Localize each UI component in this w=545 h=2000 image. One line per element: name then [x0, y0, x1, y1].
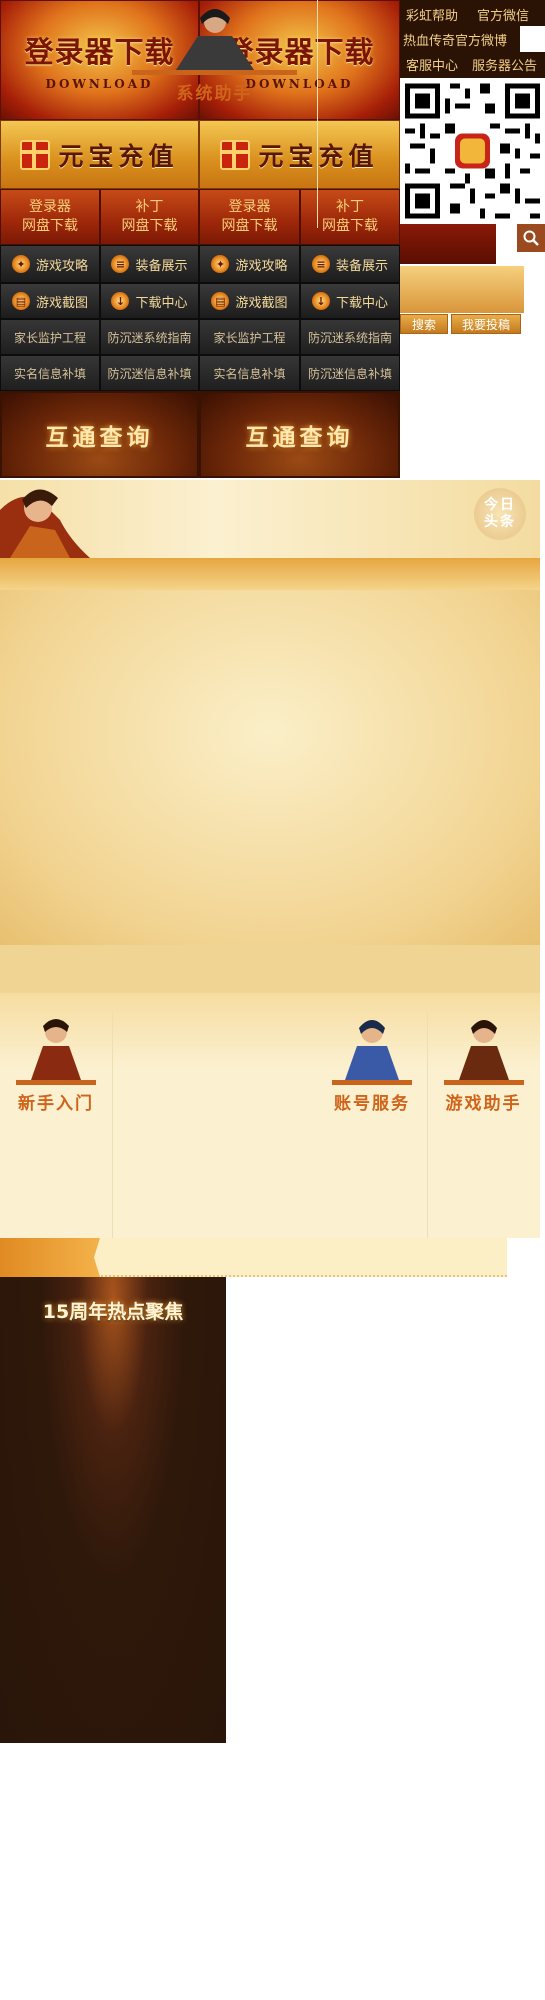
guide-icon: ✦ [211, 255, 230, 273]
scroll-icon: ≡ [311, 255, 330, 273]
realname-info-link[interactable]: 实名信息补填 [199, 355, 300, 391]
book-icon: ▤ [211, 292, 230, 310]
screenshots-label: 游戏截图 [35, 295, 88, 311]
anti-addiction-info-link[interactable]: 防沉迷信息补填 [100, 355, 199, 391]
download-center-link[interactable]: ↓ 下载中心 [300, 283, 400, 319]
parental-guard-link[interactable]: 家长监护工程 [199, 319, 300, 355]
contribute-button[interactable]: 我要投稿 [451, 314, 521, 334]
official-weibo-link[interactable]: 热血传奇官方微博 [403, 30, 507, 49]
realname-info-link[interactable]: 实名信息补填 [0, 355, 100, 391]
equipment-showcase-link[interactable]: ≡ 装备展示 [300, 245, 400, 283]
search-panel [400, 266, 524, 313]
interop-query-banner-2[interactable]: 互通查询 [199, 391, 400, 478]
download-center-icon: ↓ [111, 292, 130, 310]
game-guide-label: 游戏攻略 [35, 258, 88, 274]
account-character-icon [345, 1020, 399, 1080]
query-label: 互通查询 [245, 423, 354, 451]
official-wechat-link[interactable]: 官方微信 [477, 5, 529, 24]
weibo-row-gap [520, 26, 545, 52]
news-content [0, 590, 540, 945]
game-assistant-label: 游戏助手 [445, 1094, 522, 1114]
system-character-icon [175, 9, 254, 70]
caihong-help-link[interactable]: 彩虹帮助 [406, 5, 458, 24]
today-headline-badge: 今日头条 [474, 488, 526, 540]
hotspot-title: 15周年热点聚焦 [42, 1301, 184, 1323]
download-center-label: 下载中心 [135, 295, 188, 311]
customer-service-link[interactable]: 客服中心 [406, 55, 458, 74]
qr-code [400, 78, 545, 224]
qr-code-image [400, 78, 545, 224]
screenshots-link[interactable]: ▤ 游戏截图 [199, 283, 300, 319]
scroll-icon: ≡ [111, 255, 130, 273]
card-divider [16, 1080, 96, 1085]
query-label: 互通查询 [45, 423, 154, 451]
screenshots-link[interactable]: ▤ 游戏截图 [0, 283, 100, 319]
download-center-icon: ↓ [311, 292, 330, 310]
card-divider [132, 70, 297, 75]
today-headline-label: 今日头条 [484, 497, 516, 530]
screenshots-label: 游戏截图 [235, 295, 288, 311]
search-input[interactable] [400, 224, 496, 264]
card-divider [443, 1080, 524, 1085]
search-submit-button[interactable]: 搜索 [400, 314, 448, 334]
parental-guard-link[interactable]: 家长监护工程 [0, 319, 100, 355]
strip-tab [0, 1238, 100, 1277]
system-assistant-label: 系统助手 [176, 84, 253, 104]
game-guide-link[interactable]: ✦ 游戏攻略 [199, 245, 300, 283]
newbie-character-icon [31, 1019, 81, 1080]
game-assistant-card[interactable]: 游戏助手 [427, 1010, 540, 1238]
download-center-label: 下载中心 [335, 295, 388, 311]
anti-addiction-guide-link[interactable]: 防沉迷系统指南 [100, 319, 199, 355]
equipment-showcase-label: 装备展示 [135, 258, 188, 274]
guide-icon: ✦ [11, 255, 30, 273]
newbie-guide-card[interactable]: 新手入门 [0, 1010, 113, 1238]
account-service-label: 账号服务 [334, 1094, 410, 1114]
news-footer [0, 945, 540, 993]
warrior-portrait [0, 489, 90, 558]
launcher-pan-download-link[interactable]: 登录器 网盘下载 [0, 189, 100, 245]
equipment-showcase-label: 装备展示 [335, 258, 388, 274]
card-divider [332, 1080, 412, 1085]
hotspot-panel: 15周年热点聚焦 [0, 1277, 226, 1743]
anti-addiction-info-link[interactable]: 防沉迷信息补填 [300, 355, 400, 391]
book-icon: ▤ [11, 292, 30, 310]
equipment-showcase-link[interactable]: ≡ 装备展示 [100, 245, 199, 283]
account-service-card[interactable]: 账号服务 [317, 1010, 428, 1238]
game-guide-link[interactable]: ✦ 游戏攻略 [0, 245, 100, 283]
system-assistant-card[interactable]: 系统助手 [112, 0, 318, 228]
news-header: 今日头条 [0, 480, 540, 558]
interop-query-banner-1[interactable]: 互通查询 [0, 391, 199, 478]
search-icon [523, 230, 539, 246]
news-tab-bar [0, 558, 540, 590]
anti-addiction-guide-link[interactable]: 防沉迷系统指南 [300, 319, 400, 355]
search-button[interactable] [517, 224, 545, 252]
download-center-link[interactable]: ↓ 下载中心 [100, 283, 199, 319]
newbie-guide-label: 新手入门 [18, 1094, 94, 1114]
server-notice-link[interactable]: 服务器公告 [472, 55, 537, 74]
game-guide-label: 游戏攻略 [235, 258, 288, 274]
game-assistant-character-icon [458, 1020, 509, 1080]
gift-icon [20, 139, 51, 170]
